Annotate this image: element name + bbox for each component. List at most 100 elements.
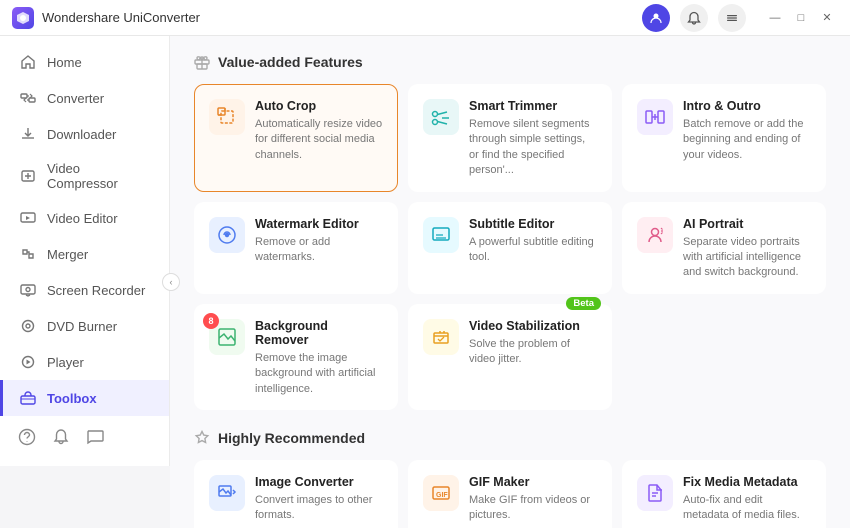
- sidebar-item-toolbox[interactable]: Toolbox: [0, 380, 169, 416]
- svg-text:GIF: GIF: [436, 492, 448, 499]
- sidebar-label-screen-recorder: Screen Recorder: [47, 283, 145, 298]
- home-icon: [19, 53, 37, 71]
- subtitle-editor-text: Subtitle Editor A powerful subtitle edit…: [469, 217, 597, 266]
- auto-crop-text: Auto Crop Automatically resize video for…: [255, 99, 383, 163]
- sidebar-item-video-compressor[interactable]: Video Compressor: [0, 152, 169, 200]
- subtitle-editor-desc: A powerful subtitle editing tool.: [469, 235, 597, 266]
- ai-portrait-title: AI Portrait: [683, 217, 811, 231]
- sidebar-label-video-editor: Video Editor: [47, 211, 118, 226]
- gif-maker-title: GIF Maker: [469, 475, 597, 489]
- card-fix-media-metadata[interactable]: Fix Media Metadata Auto-fix and edit met…: [622, 460, 826, 528]
- ai-portrait-desc: Separate video portraits with artificial…: [683, 235, 811, 281]
- player-icon: [19, 353, 37, 371]
- sidebar-label-toolbox: Toolbox: [47, 391, 97, 406]
- gift-icon: [194, 54, 210, 70]
- smart-trimmer-desc: Remove silent segments through simple se…: [469, 117, 597, 179]
- compressor-icon: [19, 167, 37, 185]
- value-added-header: Value-added Features: [194, 54, 826, 70]
- sidebar-item-screen-recorder[interactable]: Screen Recorder: [0, 272, 169, 308]
- gif-maker-icon: GIF: [423, 475, 459, 511]
- sidebar-label-downloader: Downloader: [47, 127, 116, 142]
- sidebar-label-converter: Converter: [47, 91, 104, 106]
- smart-trimmer-icon: [423, 99, 459, 135]
- card-image-converter[interactable]: Image Converter Convert images to other …: [194, 460, 398, 528]
- win-controls: — □ ✕: [764, 7, 838, 29]
- beta-badge: Beta: [566, 297, 601, 310]
- highly-recommended-grid: Image Converter Convert images to other …: [194, 460, 826, 528]
- sidebar-item-home[interactable]: Home: [0, 44, 169, 80]
- smart-trimmer-text: Smart Trimmer Remove silent segments thr…: [469, 99, 597, 179]
- fix-media-metadata-text: Fix Media Metadata Auto-fix and edit met…: [683, 475, 811, 524]
- titlebar-right: — □ ✕: [642, 4, 838, 32]
- titlebar-left: Wondershare UniConverter: [12, 7, 200, 29]
- menu-icon[interactable]: [718, 4, 746, 32]
- card-gif-maker[interactable]: GIF GIF Maker Make GIF from videos or pi…: [408, 460, 612, 528]
- sidebar-item-player[interactable]: Player: [0, 344, 169, 380]
- card-subtitle-editor[interactable]: Subtitle Editor A powerful subtitle edit…: [408, 202, 612, 294]
- watermark-editor-icon: [209, 217, 245, 253]
- minimize-button[interactable]: —: [764, 7, 786, 29]
- app-logo: [12, 7, 34, 29]
- ai-portrait-text: AI Portrait Separate video portraits wit…: [683, 217, 811, 281]
- image-converter-text: Image Converter Convert images to other …: [255, 475, 383, 524]
- watermark-editor-desc: Remove or add watermarks.: [255, 235, 383, 266]
- main-content: Value-added Features Auto Crop Automatic…: [170, 36, 850, 528]
- card-intro-outro[interactable]: Intro & Outro Batch remove or add the be…: [622, 84, 826, 192]
- merger-icon: [19, 245, 37, 263]
- image-converter-icon: [209, 475, 245, 511]
- image-converter-title: Image Converter: [255, 475, 383, 489]
- card-background-remover[interactable]: 8 Background Remover Remove the image ba…: [194, 304, 398, 410]
- background-remover-text: Background Remover Remove the image back…: [255, 319, 383, 397]
- card-smart-trimmer[interactable]: Smart Trimmer Remove silent segments thr…: [408, 84, 612, 192]
- new-badge: 8: [203, 313, 219, 329]
- highly-recommended-title: Highly Recommended: [218, 430, 365, 446]
- gif-maker-desc: Make GIF from videos or pictures.: [469, 493, 597, 524]
- sidebar: Home Converter Downloader: [0, 36, 170, 466]
- notification-icon[interactable]: [680, 4, 708, 32]
- card-ai-portrait[interactable]: AI Portrait Separate video portraits wit…: [622, 202, 826, 294]
- converter-icon: [19, 89, 37, 107]
- subtitle-editor-title: Subtitle Editor: [469, 217, 597, 231]
- smart-trimmer-title: Smart Trimmer: [469, 99, 597, 113]
- sidebar-item-dvd-burner[interactable]: DVD Burner: [0, 308, 169, 344]
- maximize-button[interactable]: □: [790, 7, 812, 29]
- feedback-icon[interactable]: [84, 426, 106, 448]
- help-icon[interactable]: [16, 426, 38, 448]
- watermark-editor-text: Watermark Editor Remove or add watermark…: [255, 217, 383, 266]
- dvd-burner-icon: [19, 317, 37, 335]
- sidebar-item-downloader[interactable]: Downloader: [0, 116, 169, 152]
- main-layout: Home Converter Downloader: [0, 36, 850, 528]
- close-button[interactable]: ✕: [816, 7, 838, 29]
- screen-recorder-icon: [19, 281, 37, 299]
- highly-recommended-header: Highly Recommended: [194, 430, 826, 446]
- background-remover-desc: Remove the image background with artific…: [255, 351, 383, 397]
- video-stabilization-title: Video Stabilization: [469, 319, 597, 333]
- intro-outro-icon: [637, 99, 673, 135]
- sidebar-label-video-compressor: Video Compressor: [47, 161, 153, 191]
- value-added-grid: Auto Crop Automatically resize video for…: [194, 84, 826, 410]
- value-added-title: Value-added Features: [218, 54, 363, 70]
- card-watermark-editor[interactable]: Watermark Editor Remove or add watermark…: [194, 202, 398, 294]
- card-auto-crop[interactable]: Auto Crop Automatically resize video for…: [194, 84, 398, 192]
- sidebar-collapse-button[interactable]: ‹: [162, 273, 180, 291]
- fix-media-metadata-title: Fix Media Metadata: [683, 475, 811, 489]
- fix-media-metadata-icon: [637, 475, 673, 511]
- intro-outro-text: Intro & Outro Batch remove or add the be…: [683, 99, 811, 163]
- video-stabilization-icon: [423, 319, 459, 355]
- background-remover-title: Background Remover: [255, 319, 383, 347]
- user-icon[interactable]: [642, 4, 670, 32]
- card-video-stabilization[interactable]: Beta Video Stabilization Solve the probl…: [408, 304, 612, 410]
- sidebar-item-video-editor[interactable]: Video Editor: [0, 200, 169, 236]
- sidebar-wrapper: Home Converter Downloader: [0, 36, 170, 528]
- video-stabilization-text: Video Stabilization Solve the problem of…: [469, 319, 597, 368]
- downloader-icon: [19, 125, 37, 143]
- sidebar-label-dvd-burner: DVD Burner: [47, 319, 117, 334]
- watermark-editor-title: Watermark Editor: [255, 217, 383, 231]
- auto-crop-desc: Automatically resize video for different…: [255, 117, 383, 163]
- subtitle-editor-icon: [423, 217, 459, 253]
- sidebar-item-merger[interactable]: Merger: [0, 236, 169, 272]
- star-icon: [194, 430, 210, 446]
- bell-icon[interactable]: [50, 426, 72, 448]
- sidebar-item-converter[interactable]: Converter: [0, 80, 169, 116]
- sidebar-label-player: Player: [47, 355, 84, 370]
